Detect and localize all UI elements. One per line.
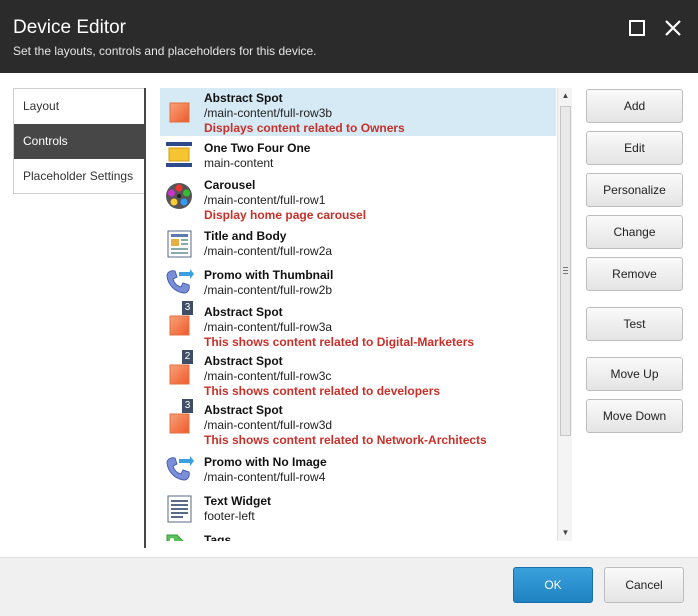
maximize-button[interactable] [625,16,649,40]
move-down-button[interactable]: Move Down [586,399,683,433]
list-scrollbar[interactable]: ▲ ▼ [557,88,572,541]
control-description: This shows content related to developers [204,384,441,398]
film-reel-icon [166,183,192,209]
control-path: /main-content/full-row3b [204,106,333,120]
list-item[interactable]: Abstract Spot /main-content/full-row3b D… [160,88,556,136]
phone-arrow-icon [166,269,194,294]
abstract-spot-icon [169,102,190,123]
scroll-thumb[interactable] [560,106,571,436]
grip-icon [563,267,568,274]
control-name: Promo with Thumbnail [204,268,334,282]
control-name: Tags [204,533,232,541]
list-item[interactable]: 3 Abstract Spot /main-content/full-row3a… [160,301,556,350]
remove-button[interactable]: Remove [586,257,683,291]
control-path: /main-content/full-row1 [204,193,326,207]
scroll-down-arrow-icon[interactable]: ▼ [558,525,573,541]
control-name: Abstract Spot [204,403,283,417]
tab-controls[interactable]: Controls [14,124,144,159]
close-button[interactable] [661,16,685,40]
scroll-up-arrow-icon[interactable]: ▲ [558,88,573,104]
control-path: footer-left [204,509,255,523]
tag-icon [166,534,184,541]
control-description: Display home page carousel [204,208,367,222]
control-name: Text Widget [204,494,272,508]
title-bar: Device Editor Set the layouts, controls … [0,0,698,73]
tab-layout[interactable]: Layout [14,89,144,124]
control-description: Displays content related to Owners [204,121,405,135]
list-item[interactable]: Title and Body /main-content/full-row2a [160,225,556,263]
control-name: Promo with No Image [204,455,327,469]
count-badge: 3 [182,399,193,413]
one-two-four-one-icon [166,142,192,167]
dialog-footer: OK Cancel [0,557,698,616]
document-layout-icon [167,230,192,258]
control-path: /main-content/full-row2a [204,244,333,258]
list-item[interactable]: Promo with No Image /main-content/full-r… [160,450,556,489]
edit-button[interactable]: Edit [586,131,683,165]
control-name: Carousel [204,178,256,192]
text-document-icon [167,495,192,523]
control-path: /main-content/full-row3d [204,418,333,432]
control-path: main-content [204,156,274,170]
dialog-title: Device Editor [13,17,126,38]
count-badge: 2 [182,350,193,364]
controls-list: Abstract Spot /main-content/full-row3b D… [160,88,573,541]
cancel-button[interactable]: Cancel [604,567,684,603]
control-path: /main-content/full-row2b [204,283,333,297]
control-name: Title and Body [204,229,287,243]
control-name: Abstract Spot [204,91,283,105]
tab-placeholder-settings[interactable]: Placeholder Settings [14,159,144,194]
control-name: Abstract Spot [204,354,283,368]
list-item[interactable]: 3 Abstract Spot /main-content/full-row3d… [160,399,556,450]
add-button[interactable]: Add [586,89,683,123]
control-path: /main-content/full-row3c [204,369,332,383]
control-name: Abstract Spot [204,305,283,319]
control-description: This shows content related to Network-Ar… [204,433,487,447]
close-icon [665,20,681,36]
dialog-subtitle: Set the layouts, controls and placeholde… [13,44,317,58]
editor-tabs: Layout Controls Placeholder Settings [13,88,145,194]
list-item[interactable]: Carousel /main-content/full-row1 Display… [160,173,556,225]
control-description: This shows content related to Digital-Ma… [204,335,475,349]
control-path: /main-content/full-row4 [204,470,326,484]
maximize-icon [629,20,645,36]
change-button[interactable]: Change [586,215,683,249]
list-item[interactable]: Text Widget footer-left [160,489,556,528]
control-name: One Two Four One [204,141,311,155]
list-item[interactable]: 2 Abstract Spot /main-content/full-row3c… [160,350,556,399]
phone-arrow-icon [166,456,194,481]
list-item[interactable]: One Two Four One main-content [160,136,556,173]
tab-divider [144,88,146,548]
list-item[interactable]: Tags [160,528,556,541]
control-path: /main-content/full-row3a [204,320,333,334]
count-badge: 3 [182,301,193,315]
test-button[interactable]: Test [586,307,683,341]
ok-button[interactable]: OK [513,567,593,603]
personalize-button[interactable]: Personalize [586,173,683,207]
list-item[interactable]: Promo with Thumbnail /main-content/full-… [160,263,556,301]
move-up-button[interactable]: Move Up [586,357,683,391]
